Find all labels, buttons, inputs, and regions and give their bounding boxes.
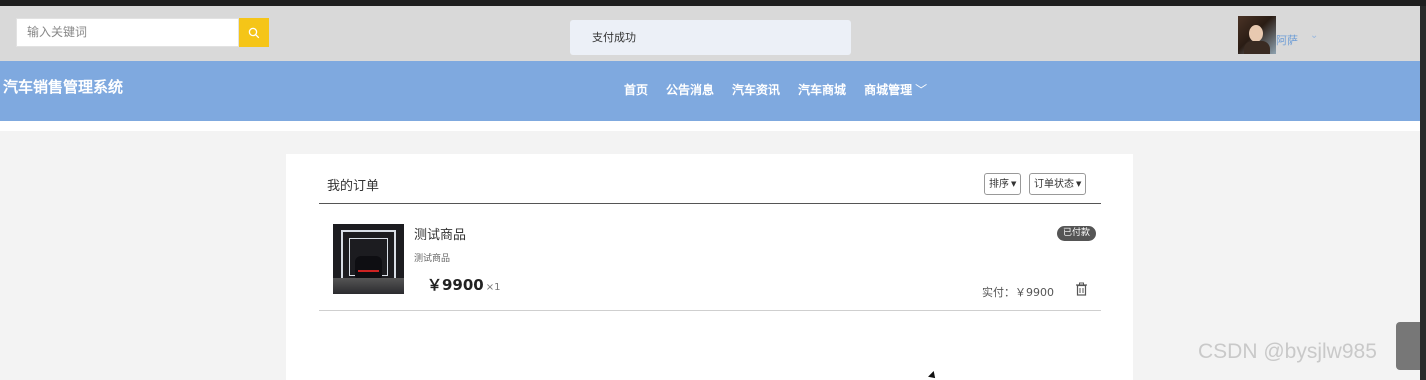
avatar[interactable] <box>1238 16 1276 54</box>
orders-panel: 我的订单 排序 ▼ 订单状态 ▼ 测试商品 测试商品 ￥9900 ×1 已付款 实付：… <box>286 154 1133 380</box>
sort-label: 排序 <box>989 179 1009 190</box>
trash-icon[interactable] <box>1075 282 1088 296</box>
caret-down-icon: ▼ <box>1011 180 1017 188</box>
product-description: 测试商品 <box>414 254 451 264</box>
window-right-edge <box>1420 6 1426 380</box>
username[interactable]: 阿萨 <box>1276 32 1298 48</box>
nav-item-mall-management[interactable]: 商城管理 ﹀ <box>864 81 927 98</box>
site-brand[interactable]: 汽车销售管理系统 <box>3 76 123 97</box>
paid-amount: 实付：￥9900 <box>982 286 1054 299</box>
search-icon <box>248 27 260 38</box>
nav-item-car-news[interactable]: 汽车资讯 <box>732 81 780 98</box>
side-collapse-tab[interactable] <box>1396 322 1420 370</box>
page-title: 我的订单 <box>327 179 380 194</box>
product-thumbnail[interactable] <box>333 224 404 294</box>
search-button[interactable] <box>239 18 269 47</box>
navbar-shadow-strip <box>0 121 1426 131</box>
order-status-dropdown[interactable]: 订单状态 ▼ <box>1029 173 1087 195</box>
top-bar: 输入关键词 支付成功 阿萨 ⌄ <box>0 6 1426 61</box>
order-divider <box>319 310 1101 311</box>
search-input[interactable]: 输入关键词 <box>16 18 239 47</box>
sort-dropdown[interactable]: 排序 ▼ <box>984 173 1022 195</box>
header-divider <box>319 203 1101 204</box>
main-navbar: 汽车销售管理系统 首页 公告消息 汽车资讯 汽车商城 商城管理 ﹀ <box>0 61 1426 121</box>
product-name[interactable]: 测试商品 <box>414 224 466 243</box>
product-price: ￥9900 ×1 <box>427 274 501 295</box>
caret-down-icon: ▼ <box>1076 180 1082 188</box>
nav-item-mall-management-label: 商城管理 <box>864 83 913 97</box>
watermark: CSDN @bysjlw985 <box>1198 340 1377 363</box>
price-value: ￥9900 <box>427 276 484 294</box>
order-status-label: 订单状态 <box>1034 179 1074 190</box>
payment-success-toast: 支付成功 <box>570 20 851 55</box>
nav-item-car-mall[interactable]: 汽车商城 <box>798 81 846 98</box>
nav-item-home[interactable]: 首页 <box>624 81 648 98</box>
nav-menu: 首页 公告消息 汽车资讯 汽车商城 商城管理 ﹀ <box>624 81 927 98</box>
status-badge: 已付款 <box>1057 226 1097 241</box>
user-menu-chevron-icon[interactable]: ⌄ <box>1310 30 1318 41</box>
nav-item-announcements[interactable]: 公告消息 <box>666 81 714 98</box>
chevron-down-icon: ﹀ <box>915 83 928 97</box>
product-quantity: ×1 <box>485 282 501 293</box>
